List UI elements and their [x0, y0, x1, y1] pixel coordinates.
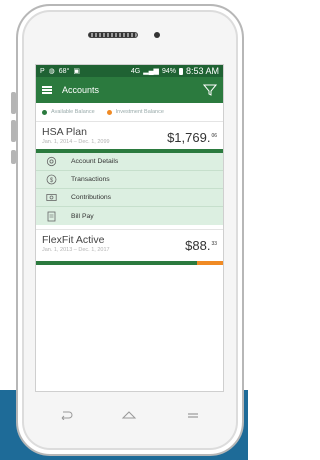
account-dates: Jan. 1, 2013 – Dec. 1, 2017	[42, 247, 110, 253]
speaker-grille	[88, 32, 138, 38]
filter-icon[interactable]	[203, 83, 217, 97]
battery-percent: 94%	[161, 67, 176, 75]
legend-investment-label: Investment Balance	[115, 109, 164, 115]
signal-text: 4G	[130, 67, 141, 75]
menu-label: Account Details	[71, 158, 119, 165]
bill-icon	[46, 211, 57, 222]
clock: 8:53 AM	[185, 66, 219, 76]
account-name: FlexFit Active	[42, 234, 105, 246]
available-balance-segment	[36, 261, 197, 265]
battery-icon	[178, 67, 183, 75]
menu-item-transactions[interactable]: $ Transactions	[36, 171, 223, 189]
hamburger-icon[interactable]	[42, 86, 52, 94]
menu-label: Bill Pay	[71, 212, 94, 220]
dollar-circle-icon: $	[46, 174, 57, 185]
image-icon: ▣	[73, 68, 80, 75]
green-dot-icon	[42, 109, 47, 115]
back-icon[interactable]	[59, 410, 73, 420]
legend-available-label: Available Balance	[51, 109, 95, 115]
phone-screen: P ◍ 68° ▣ 4G ▂▄▆ 94% 8:53 AM Accounts Av…	[35, 64, 224, 392]
balance-cents: 06	[211, 133, 217, 139]
svg-text:$: $	[50, 178, 54, 184]
account-card-flexfit[interactable]: FlexFit Active Jan. 1, 2013 – Dec. 1, 20…	[36, 229, 223, 265]
menu-label: Contributions	[71, 194, 112, 201]
balance-bar	[36, 149, 223, 153]
power-button	[11, 150, 16, 164]
cash-icon	[46, 192, 57, 203]
balance-cents: 33	[211, 241, 217, 247]
home-icon[interactable]	[121, 410, 137, 420]
volume-down-button	[11, 120, 16, 142]
orange-dot-icon	[106, 109, 112, 115]
account-card-hsa[interactable]: HSA Plan Jan. 1, 2014 – Dec. 1, 2099 $1,…	[36, 121, 223, 153]
parking-icon: P	[40, 67, 45, 75]
front-camera	[154, 32, 160, 38]
android-nav-bar	[35, 400, 224, 430]
legend-investment: Investment Balance	[106, 109, 164, 115]
recent-apps-icon[interactable]	[186, 410, 200, 420]
menu-item-bill-pay[interactable]: Bill Pay	[36, 207, 223, 225]
account-name: HSA Plan	[42, 126, 87, 138]
legend-available: Available Balance	[42, 109, 95, 115]
account-menu: Account Details $ Transactions Contribut…	[36, 153, 223, 225]
temperature: 68°	[58, 67, 70, 75]
balance-bar	[36, 261, 223, 265]
menu-item-account-details[interactable]: Account Details	[36, 153, 223, 171]
location-icon: ◍	[48, 68, 55, 75]
balance-legend: Available Balance Investment Balance	[36, 103, 223, 121]
account-balance: $1,769.06	[167, 130, 217, 145]
signal-icon: ▂▄▆	[143, 68, 159, 75]
menu-label: Transactions	[71, 176, 110, 183]
settings-icon	[46, 156, 57, 167]
app-bar: Accounts	[36, 77, 223, 103]
account-balance: $88.33	[185, 238, 217, 253]
status-bar: P ◍ 68° ▣ 4G ▂▄▆ 94% 8:53 AM	[36, 65, 223, 77]
page-title: Accounts	[62, 85, 100, 95]
menu-item-contributions[interactable]: Contributions	[36, 189, 223, 207]
investment-balance-segment	[196, 261, 223, 265]
account-dates: Jan. 1, 2014 – Dec. 1, 2099	[42, 139, 110, 145]
volume-up-button	[11, 92, 16, 114]
